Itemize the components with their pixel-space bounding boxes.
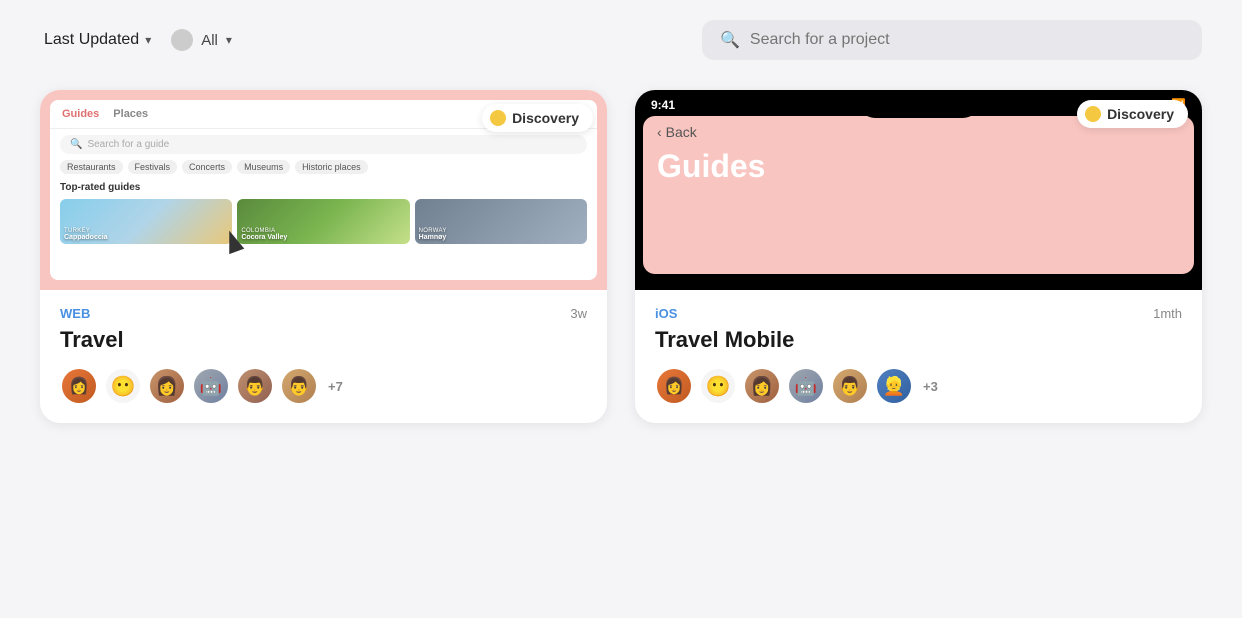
ios-page-title: Guides bbox=[657, 148, 1180, 185]
card-avatars-web: 👩 😶 👩 🤖 👨 👨 +7 bbox=[60, 367, 587, 405]
discovery-badge-ios: Discovery bbox=[1077, 100, 1188, 128]
avatar-1: 👩 bbox=[60, 367, 98, 405]
web-img-turkey: TURKEY Cappadoccia bbox=[60, 199, 232, 244]
web-nav-tab-places: Places bbox=[113, 108, 148, 120]
avatar-ios-3: 👩 bbox=[743, 367, 781, 405]
ios-back-label: Back bbox=[666, 124, 697, 140]
card-time-ios: 1mth bbox=[1153, 306, 1182, 321]
web-tag-festivals: Festivals bbox=[128, 160, 178, 174]
avatar-3: 👩 bbox=[148, 367, 186, 405]
card-body-web: WEB 3w Travel 👩 😶 👩 🤖 👨 👨 +7 bbox=[40, 290, 607, 423]
search-icon: 🔍 bbox=[720, 30, 740, 50]
filter-label: All bbox=[201, 32, 218, 49]
discovery-label-ios: Discovery bbox=[1107, 106, 1174, 122]
avatar-ios-6: 👱 bbox=[875, 367, 913, 405]
card-platform-ios: iOS bbox=[655, 306, 677, 321]
avatar-ios-1: 👩 bbox=[655, 367, 693, 405]
sort-chevron: ▾ bbox=[145, 33, 151, 47]
avatar-ios-2: 😶 bbox=[699, 367, 737, 405]
web-section-title: Top-rated guides bbox=[50, 180, 597, 199]
avatar-ios-4: 🤖 bbox=[787, 367, 825, 405]
search-input[interactable] bbox=[750, 31, 1184, 49]
avatar-2: 😶 bbox=[104, 367, 142, 405]
ios-time: 9:41 bbox=[651, 98, 675, 112]
top-bar-left: Last Updated ▾ All ▾ bbox=[40, 23, 232, 57]
web-search-placeholder: Search for a guide bbox=[87, 139, 169, 150]
filter-dot bbox=[171, 29, 193, 51]
top-bar: Last Updated ▾ All ▾ 🔍 bbox=[40, 20, 1202, 60]
discovery-dot-web bbox=[490, 110, 506, 126]
ios-content: ‹ Back Guides bbox=[643, 116, 1194, 274]
web-search-bar: 🔍 Search for a guide bbox=[60, 135, 587, 154]
more-count-ios: +3 bbox=[923, 379, 938, 394]
web-search-icon: 🔍 bbox=[70, 139, 82, 150]
search-box: 🔍 bbox=[702, 20, 1202, 60]
cards-grid: Guides Places 🔍 Search for a guide Resta… bbox=[40, 90, 1202, 423]
sort-label: Last Updated bbox=[44, 31, 139, 49]
web-img-norway: NORWAY Hamnøy bbox=[415, 199, 587, 244]
card-preview-web: Guides Places 🔍 Search for a guide Resta… bbox=[40, 90, 607, 290]
avatar-5: 👨 bbox=[236, 367, 274, 405]
card-title-ios: Travel Mobile bbox=[655, 327, 1182, 353]
web-images: TURKEY Cappadoccia COLOMBIA Cocora Valle… bbox=[50, 199, 597, 244]
discovery-dot-ios bbox=[1085, 106, 1101, 122]
web-img-norway-label: NORWAY Hamnøy bbox=[419, 228, 447, 241]
web-img-norway-country: NORWAY bbox=[419, 228, 447, 234]
avatar-6: 👨 bbox=[280, 367, 318, 405]
avatar-4: 🤖 bbox=[192, 367, 230, 405]
card-avatars-ios: 👩 😶 👩 🤖 👨 👱 +3 bbox=[655, 367, 1182, 405]
card-platform-web: WEB bbox=[60, 306, 90, 321]
web-img-colombia: COLOMBIA Cocora Valley bbox=[237, 199, 409, 244]
project-card-travel-ios[interactable]: 9:41 ●●● ▶ 📶 ‹ Back Guides Discovery iOS… bbox=[635, 90, 1202, 423]
card-preview-ios: 9:41 ●●● ▶ 📶 ‹ Back Guides Discovery bbox=[635, 90, 1202, 290]
more-count-web: +7 bbox=[328, 379, 343, 394]
avatar-ios-5: 👨 bbox=[831, 367, 869, 405]
web-tag-museums: Museums bbox=[237, 160, 290, 174]
filter-chevron: ▾ bbox=[226, 33, 232, 47]
web-nav-tab-guides: Guides bbox=[62, 108, 99, 120]
card-time-web: 3w bbox=[570, 306, 587, 321]
ios-back-chevron: ‹ bbox=[657, 124, 662, 140]
web-tag-concerts: Concerts bbox=[182, 160, 232, 174]
web-img-turkey-label: TURKEY Cappadoccia bbox=[64, 228, 108, 241]
card-meta-web: WEB 3w bbox=[60, 306, 587, 321]
web-tag-restaurants: Restaurants bbox=[60, 160, 123, 174]
card-meta-ios: iOS 1mth bbox=[655, 306, 1182, 321]
web-img-colombia-label: COLOMBIA Cocora Valley bbox=[241, 228, 287, 241]
discovery-badge-web: Discovery bbox=[482, 104, 593, 132]
project-card-travel-web[interactable]: Guides Places 🔍 Search for a guide Resta… bbox=[40, 90, 607, 423]
web-tags: Restaurants Festivals Concerts Museums H… bbox=[50, 160, 597, 180]
ios-notch bbox=[859, 90, 979, 118]
card-body-ios: iOS 1mth Travel Mobile 👩 😶 👩 🤖 👨 👱 +3 bbox=[635, 290, 1202, 423]
card-title-web: Travel bbox=[60, 327, 587, 353]
web-img-turkey-country: TURKEY bbox=[64, 228, 108, 234]
sort-button[interactable]: Last Updated ▾ bbox=[40, 23, 155, 57]
web-img-colombia-country: COLOMBIA bbox=[241, 228, 287, 234]
web-tag-historic: Historic places bbox=[295, 160, 368, 174]
filter-button[interactable]: All ▾ bbox=[171, 29, 232, 51]
discovery-label-web: Discovery bbox=[512, 110, 579, 126]
